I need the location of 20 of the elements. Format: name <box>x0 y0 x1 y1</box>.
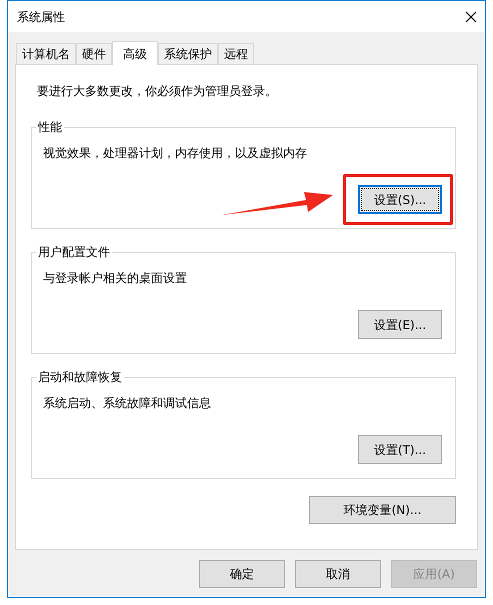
dialog-button[interactable]: 确定 <box>199 560 285 588</box>
group-title: 启动和故障恢复 <box>36 368 124 386</box>
close-icon[interactable] <box>465 10 477 22</box>
group-title: 性能 <box>36 118 64 136</box>
settings-button[interactable]: 设置(S)... <box>358 185 442 214</box>
settings-button[interactable]: 设置(E)... <box>358 310 442 339</box>
group-description: 系统启动、系统故障和调试信息 <box>43 395 212 412</box>
window-title: 系统属性 <box>17 8 65 26</box>
tab[interactable]: 计算机名 <box>16 43 76 64</box>
dialog-button[interactable]: 取消 <box>295 560 381 588</box>
tab[interactable]: 高级 <box>112 41 158 65</box>
group-description: 与登录帐户相关的桌面设置 <box>43 270 188 287</box>
environment-variables-button[interactable]: 环境变量(N)... <box>309 496 456 524</box>
group-title: 用户配置文件 <box>36 243 112 261</box>
tab[interactable]: 系统保护 <box>158 43 218 64</box>
tab[interactable]: 硬件 <box>76 43 112 64</box>
group-description: 视觉效果，处理器计划，内存使用，以及虚拟内存 <box>43 145 308 162</box>
tab[interactable]: 远程 <box>218 43 254 64</box>
settings-button[interactable]: 设置(T)... <box>358 435 442 464</box>
notice-text: 要进行大多数更改，你必须作为管理员登录。 <box>37 83 278 100</box>
